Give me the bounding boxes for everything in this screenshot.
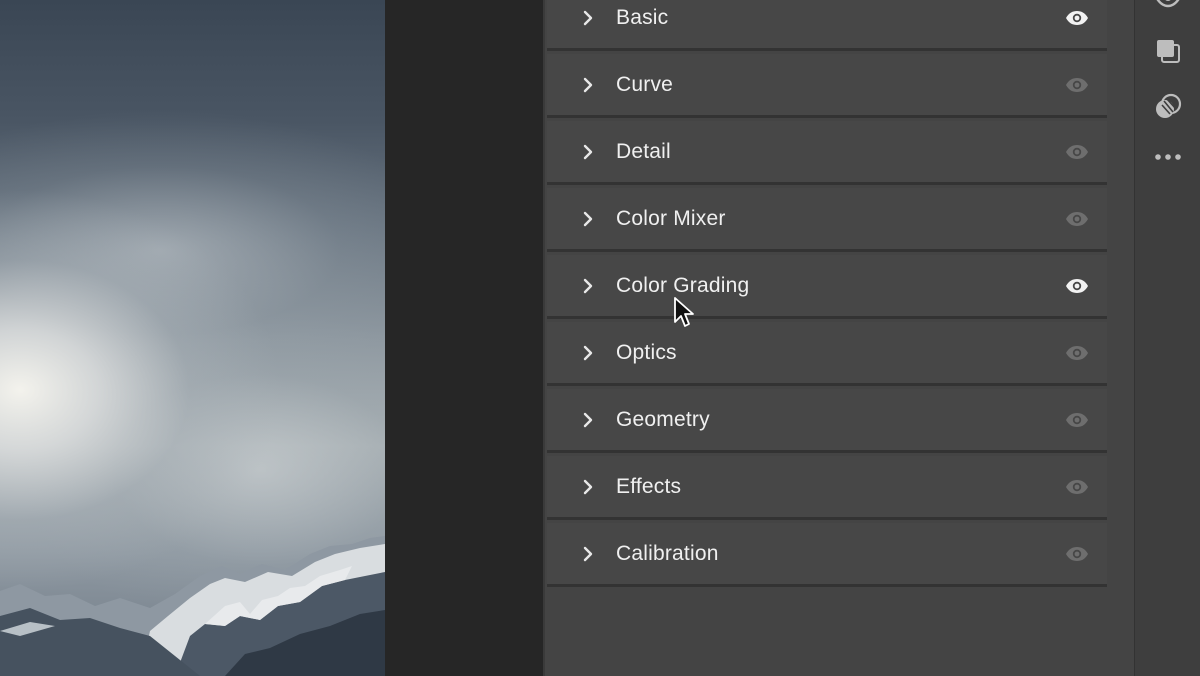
mountain-range xyxy=(0,536,385,676)
panel-section-geometry[interactable]: Geometry xyxy=(547,389,1107,453)
chevron-right-icon[interactable] xyxy=(580,546,596,562)
panel-section-basic[interactable]: Basic xyxy=(547,0,1107,51)
chevron-right-icon[interactable] xyxy=(580,412,596,428)
section-label: Effects xyxy=(616,474,682,498)
eye-icon[interactable] xyxy=(1065,345,1089,361)
right-toolbar xyxy=(1134,0,1200,676)
section-label: Curve xyxy=(616,72,674,96)
section-label: Geometry xyxy=(616,407,710,431)
eye-icon[interactable] xyxy=(1065,211,1089,227)
chevron-right-icon[interactable] xyxy=(580,10,596,26)
app-window: Basic Curve Detail Color Mixer Color Gra… xyxy=(0,0,1200,676)
panel-section-optics[interactable]: Optics xyxy=(547,322,1107,386)
eye-icon[interactable] xyxy=(1065,479,1089,495)
section-label: Optics xyxy=(616,340,677,364)
panel-gutter xyxy=(385,0,543,676)
more-icon[interactable] xyxy=(1153,142,1183,172)
chevron-right-icon[interactable] xyxy=(580,211,596,227)
eye-icon[interactable] xyxy=(1065,10,1089,26)
eye-icon[interactable] xyxy=(1065,546,1089,562)
panel-section-curve[interactable]: Curve xyxy=(547,54,1107,118)
chevron-right-icon[interactable] xyxy=(580,479,596,495)
chevron-right-icon[interactable] xyxy=(580,144,596,160)
eye-icon[interactable] xyxy=(1065,278,1089,294)
panel-section-color-grading[interactable]: Color Grading xyxy=(547,255,1107,319)
edit-panel: Basic Curve Detail Color Mixer Color Gra… xyxy=(543,0,1136,676)
eye-icon[interactable] xyxy=(1153,0,1183,12)
panel-section-effects[interactable]: Effects xyxy=(547,456,1107,520)
section-label: Basic xyxy=(616,5,669,29)
panel-section-color-mixer[interactable]: Color Mixer xyxy=(547,188,1107,252)
panel-section-calibration[interactable]: Calibration xyxy=(547,523,1107,587)
photo-preview[interactable] xyxy=(0,0,385,676)
eye-icon[interactable] xyxy=(1065,144,1089,160)
section-label: Calibration xyxy=(616,541,719,565)
section-label: Color Grading xyxy=(616,273,750,297)
layers-icon[interactable] xyxy=(1153,36,1183,66)
panel-section-detail[interactable]: Detail xyxy=(547,121,1107,185)
eye-icon[interactable] xyxy=(1065,412,1089,428)
section-label: Detail xyxy=(616,139,671,163)
eye-icon[interactable] xyxy=(1065,77,1089,93)
chevron-right-icon[interactable] xyxy=(580,278,596,294)
masking-icon[interactable] xyxy=(1153,92,1183,122)
chevron-right-icon[interactable] xyxy=(580,345,596,361)
chevron-right-icon[interactable] xyxy=(580,77,596,93)
section-label: Color Mixer xyxy=(616,206,726,230)
